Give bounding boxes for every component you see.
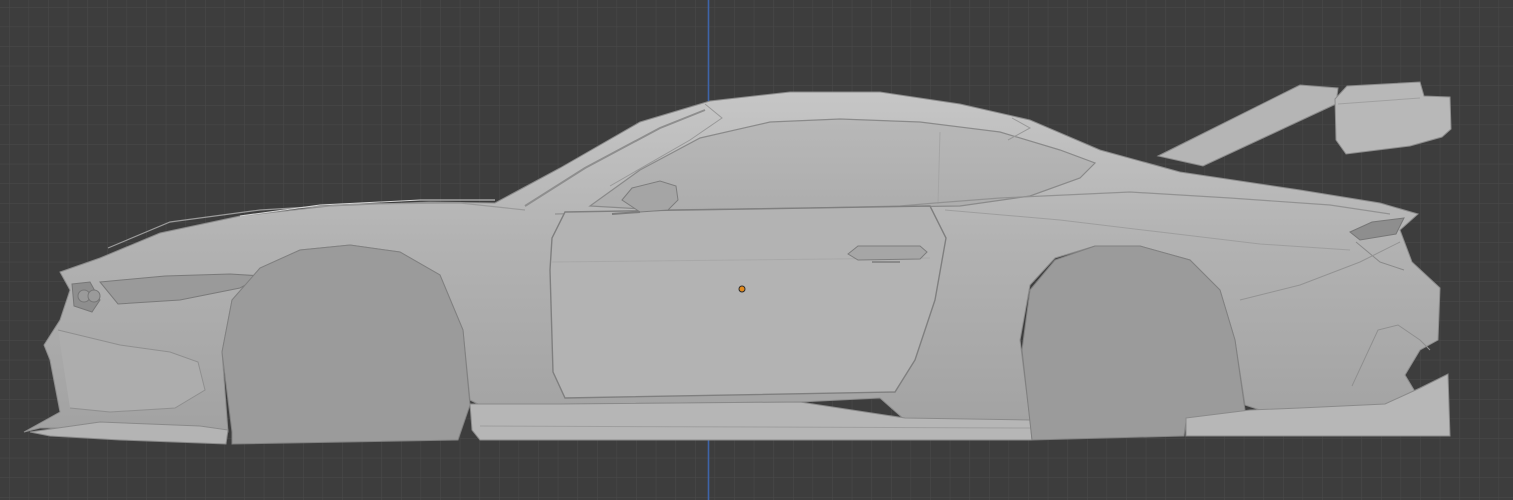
door-panel — [549, 205, 947, 399]
object-origin-marker — [738, 285, 746, 293]
front-wheel-arch — [221, 244, 471, 445]
viewport-canvas[interactable] — [0, 0, 1513, 500]
3d-viewport[interactable] — [0, 0, 1513, 500]
